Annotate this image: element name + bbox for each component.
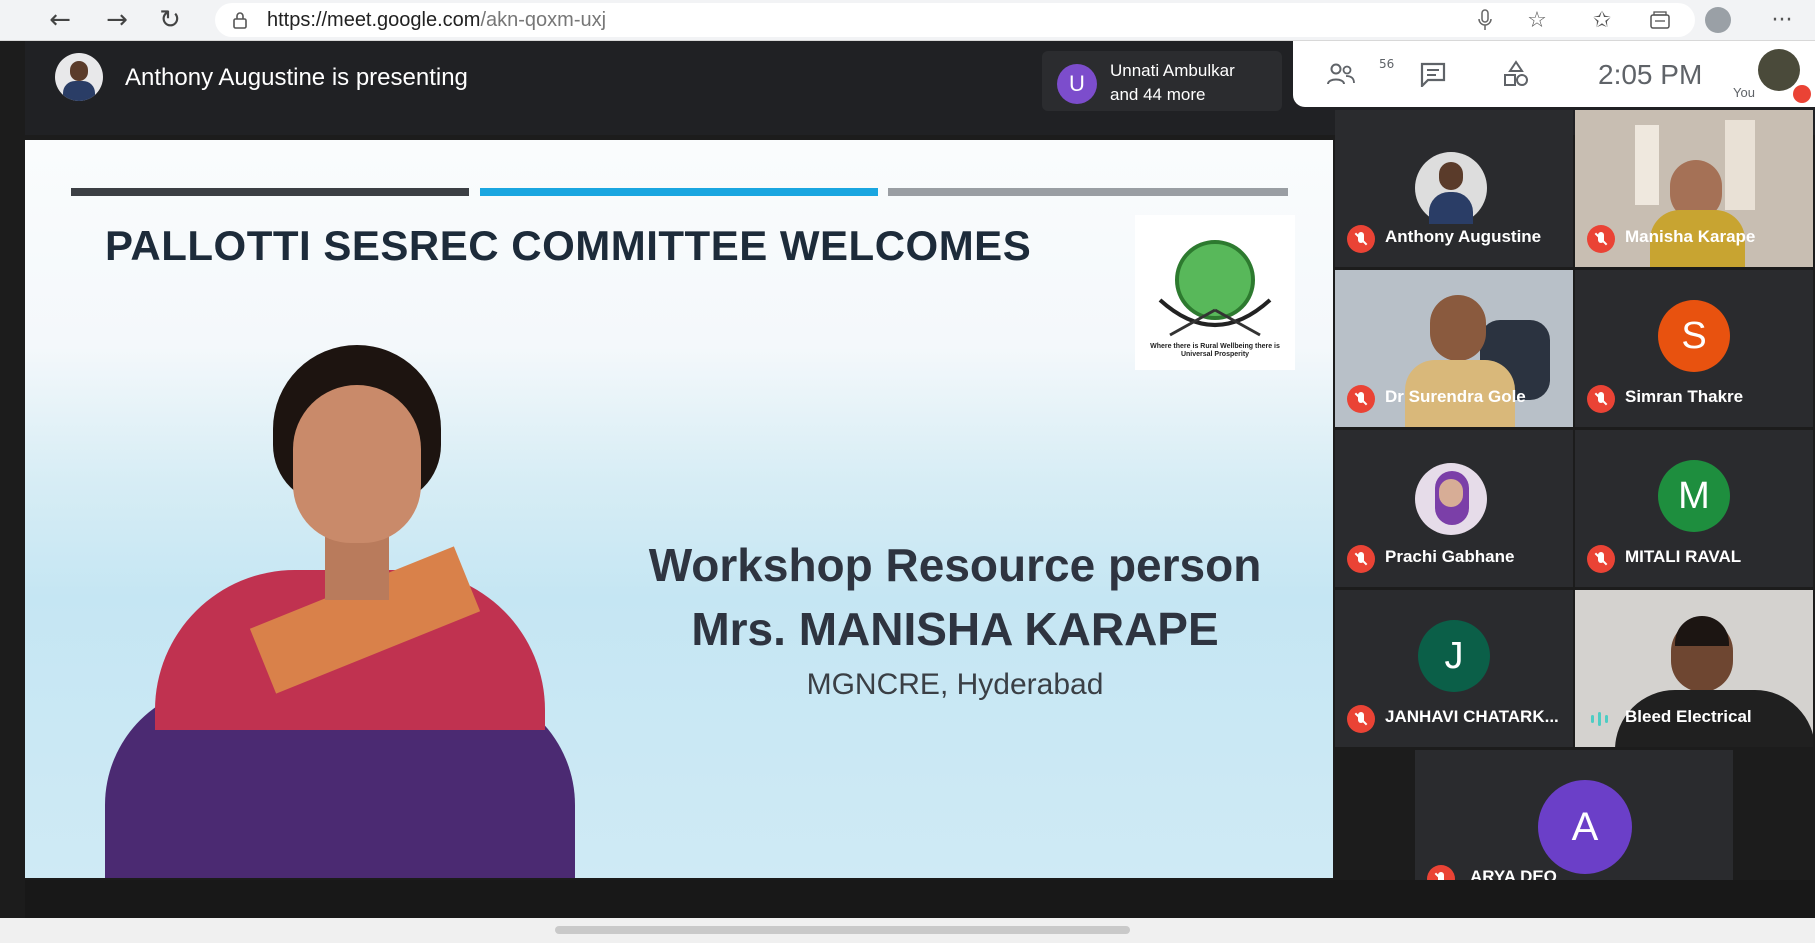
browser-toolbar: ← → ↻ https://meet.google.com/akn-qoxm-u…	[0, 0, 1815, 41]
mic-muted-icon	[1347, 225, 1375, 253]
bookmark-star-icon[interactable]: ☆	[1522, 0, 1552, 40]
profile-avatar[interactable]	[1705, 7, 1731, 33]
mgncre-logo: Where there is Rural Wellbeing there is …	[1135, 215, 1295, 370]
favorites-icon[interactable]: ✩	[1585, 0, 1619, 40]
participant-name: Anthony Augustine	[1385, 227, 1542, 246]
self-avatar[interactable]	[1758, 49, 1800, 91]
chat-icon[interactable]	[1413, 41, 1453, 107]
chip-line1: Unnati Ambulkar	[1110, 61, 1235, 80]
participant-tile[interactable]: Bleed Electrical	[1575, 590, 1813, 747]
mic-muted-icon	[1587, 225, 1615, 253]
mic-muted-icon	[1347, 545, 1375, 573]
participant-name: JANHAVI CHATARK...	[1385, 707, 1559, 726]
participant-avatar: S	[1658, 300, 1730, 372]
speaking-icon	[1591, 712, 1608, 726]
participant-grid: Anthony Augustine Manisha Karape Dr Sure…	[1335, 110, 1815, 910]
people-icon[interactable]: 56	[1321, 41, 1394, 107]
more-menu-icon[interactable]: ···	[1762, 0, 1802, 40]
chip-line2: and 44 more	[1110, 85, 1206, 104]
mic-muted-icon	[1347, 705, 1375, 733]
participant-tile[interactable]: Manisha Karape	[1575, 110, 1813, 267]
participant-name: MITALI RAVAL	[1625, 547, 1742, 566]
participant-tile[interactable]: J JANHAVI CHATARK...	[1335, 590, 1573, 747]
presenter-avatar	[55, 53, 103, 101]
url-path: /akn-qoxm-uxj	[480, 8, 607, 31]
lock-icon	[233, 12, 247, 29]
participant-tile[interactable]: S Simran Thakre	[1575, 270, 1813, 427]
meeting-clock: 2:05 PM	[1598, 59, 1703, 90]
slide-title: PALLOTTI SESREC COMMITTEE WELCOMES	[105, 222, 1032, 269]
horizontal-scrollbar[interactable]	[0, 918, 1815, 943]
speaker-photo	[85, 345, 575, 878]
muted-badge-icon	[1793, 85, 1811, 103]
scrollbar-thumb[interactable]	[555, 926, 1130, 934]
slide-bar-dark	[71, 188, 469, 196]
back-button[interactable]: ←	[40, 0, 80, 40]
participant-tile[interactable]: Anthony Augustine	[1335, 110, 1573, 267]
slide-speaker-org: MGNCRE, Hyderabad	[806, 668, 1104, 701]
participants-chip[interactable]: U Unnati Ambulkar and 44 more	[1042, 51, 1282, 111]
slide-speaker-name: Mrs. MANISHA KARAPE	[691, 603, 1219, 655]
slide-bar-blue	[480, 188, 878, 196]
participant-tile[interactable]: M MITALI RAVAL	[1575, 430, 1813, 587]
mic-muted-icon	[1587, 545, 1615, 573]
url-text: https://meet.google.com/akn-qoxm-uxj	[267, 9, 606, 32]
meet-bottom-strip	[25, 880, 1815, 918]
refresh-button[interactable]: ↻	[150, 0, 190, 40]
participant-name: Bleed Electrical	[1625, 707, 1752, 726]
url-domain: https://meet.google.com	[267, 8, 481, 31]
slide-bar-grey	[888, 188, 1288, 196]
participant-avatar	[1415, 463, 1487, 535]
forward-button[interactable]: →	[97, 0, 137, 40]
collections-icon[interactable]	[1643, 0, 1677, 40]
participant-tile[interactable]: Dr Surendra Gole	[1335, 270, 1573, 427]
you-label: You	[1733, 85, 1755, 100]
logo-caption: Where there is Rural Wellbeing there is …	[1150, 343, 1280, 358]
slide-subtitle-role: Workshop Resource person	[648, 539, 1262, 591]
participant-name: Manisha Karape	[1625, 227, 1756, 246]
mic-muted-icon	[1587, 385, 1615, 413]
meet-controls: 56 2:05 PM You	[1293, 41, 1815, 107]
participant-name: Prachi Gabhane	[1385, 547, 1515, 566]
activities-icon[interactable]	[1496, 41, 1536, 107]
microphone-icon[interactable]	[1470, 0, 1500, 40]
participant-avatar: A	[1538, 780, 1632, 874]
participant-name: Dr Surendra Gole	[1385, 387, 1526, 406]
participant-avatar: J	[1418, 620, 1490, 692]
presenting-label: Anthony Augustine is presenting	[125, 64, 468, 91]
participant-name: Simran Thakre	[1625, 387, 1744, 406]
chip-avatar: U	[1057, 64, 1097, 104]
mic-muted-icon	[1347, 385, 1375, 413]
participant-tile[interactable]: Prachi Gabhane	[1335, 430, 1573, 587]
participant-count: 56	[1379, 57, 1395, 71]
participant-avatar	[1415, 152, 1487, 224]
presentation-slide: PALLOTTI SESREC COMMITTEE WELCOMES Where…	[25, 140, 1333, 878]
participant-avatar: M	[1658, 460, 1730, 532]
